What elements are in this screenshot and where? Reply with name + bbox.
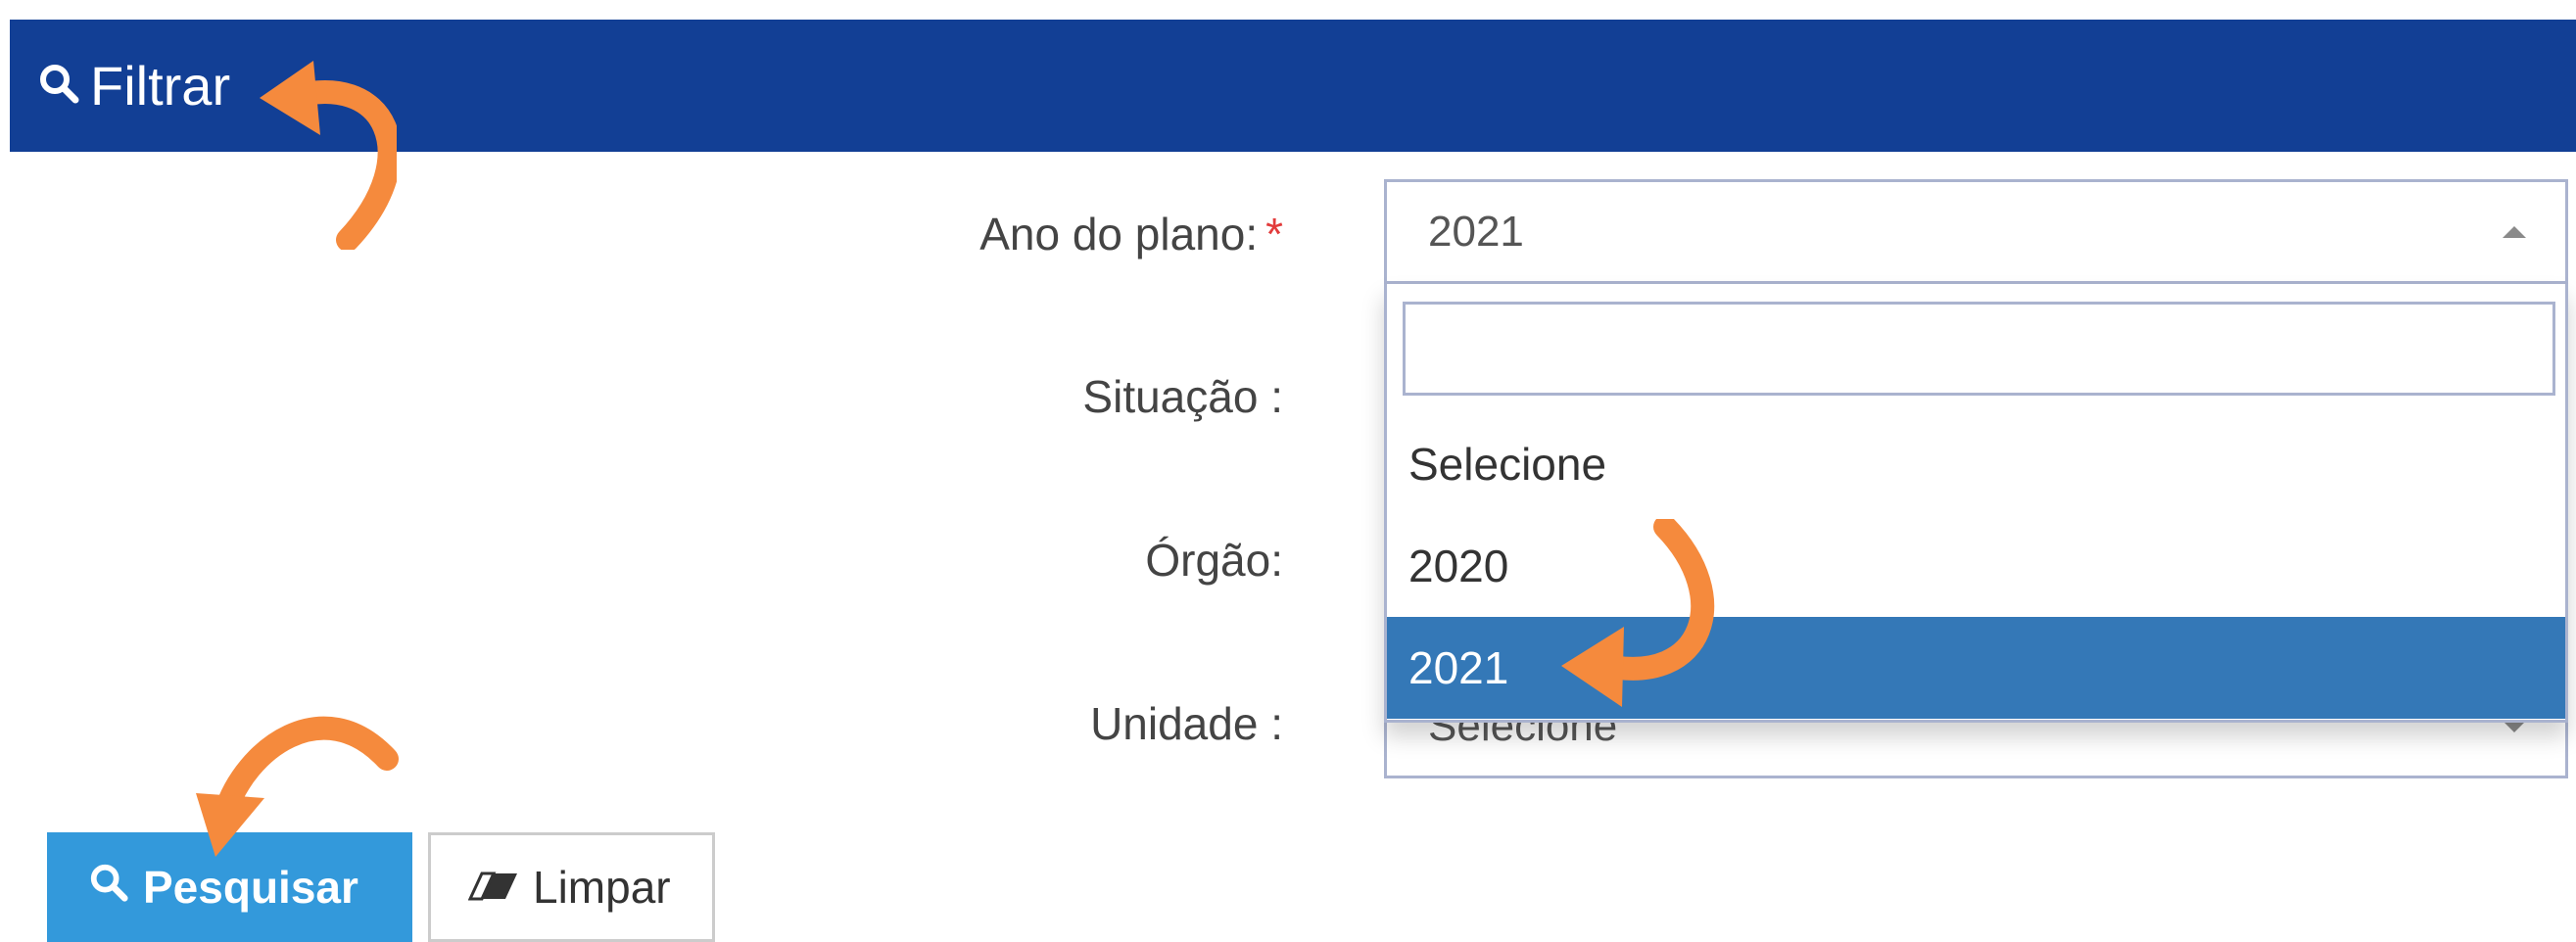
ano-dropdown-list: Selecione 2020 2021: [1384, 284, 2568, 723]
ano-do-plano-label: Ano do plano: *: [979, 208, 1283, 260]
limpar-button[interactable]: Limpar: [428, 832, 715, 942]
dropdown-option-2020[interactable]: 2020: [1387, 515, 2565, 617]
unidade-label: Unidade :: [1090, 698, 1283, 749]
chevron-up-icon: [2503, 225, 2526, 238]
search-icon: [37, 62, 80, 110]
situacao-label: Situação :: [1082, 371, 1283, 422]
dropdown-search-input[interactable]: [1403, 302, 2555, 396]
panel-title: Filtrar: [90, 55, 231, 117]
orgao-label: Órgão:: [1145, 535, 1283, 586]
ano-do-plano-select[interactable]: 2021: [1384, 179, 2568, 284]
dropdown-option-2021[interactable]: 2021: [1387, 617, 2565, 719]
required-asterisk: *: [1265, 209, 1283, 259]
pesquisar-label: Pesquisar: [143, 862, 358, 913]
limpar-label: Limpar: [533, 862, 671, 913]
eraser-icon: [467, 861, 519, 914]
dropdown-option-selecione[interactable]: Selecione: [1387, 413, 2565, 515]
ano-select-value: 2021: [1428, 207, 1524, 256]
ano-label-text: Ano do plano:: [979, 209, 1259, 259]
search-icon: [88, 861, 129, 914]
pesquisar-button[interactable]: Pesquisar: [47, 832, 412, 942]
filter-panel-header[interactable]: Filtrar: [10, 20, 2576, 152]
